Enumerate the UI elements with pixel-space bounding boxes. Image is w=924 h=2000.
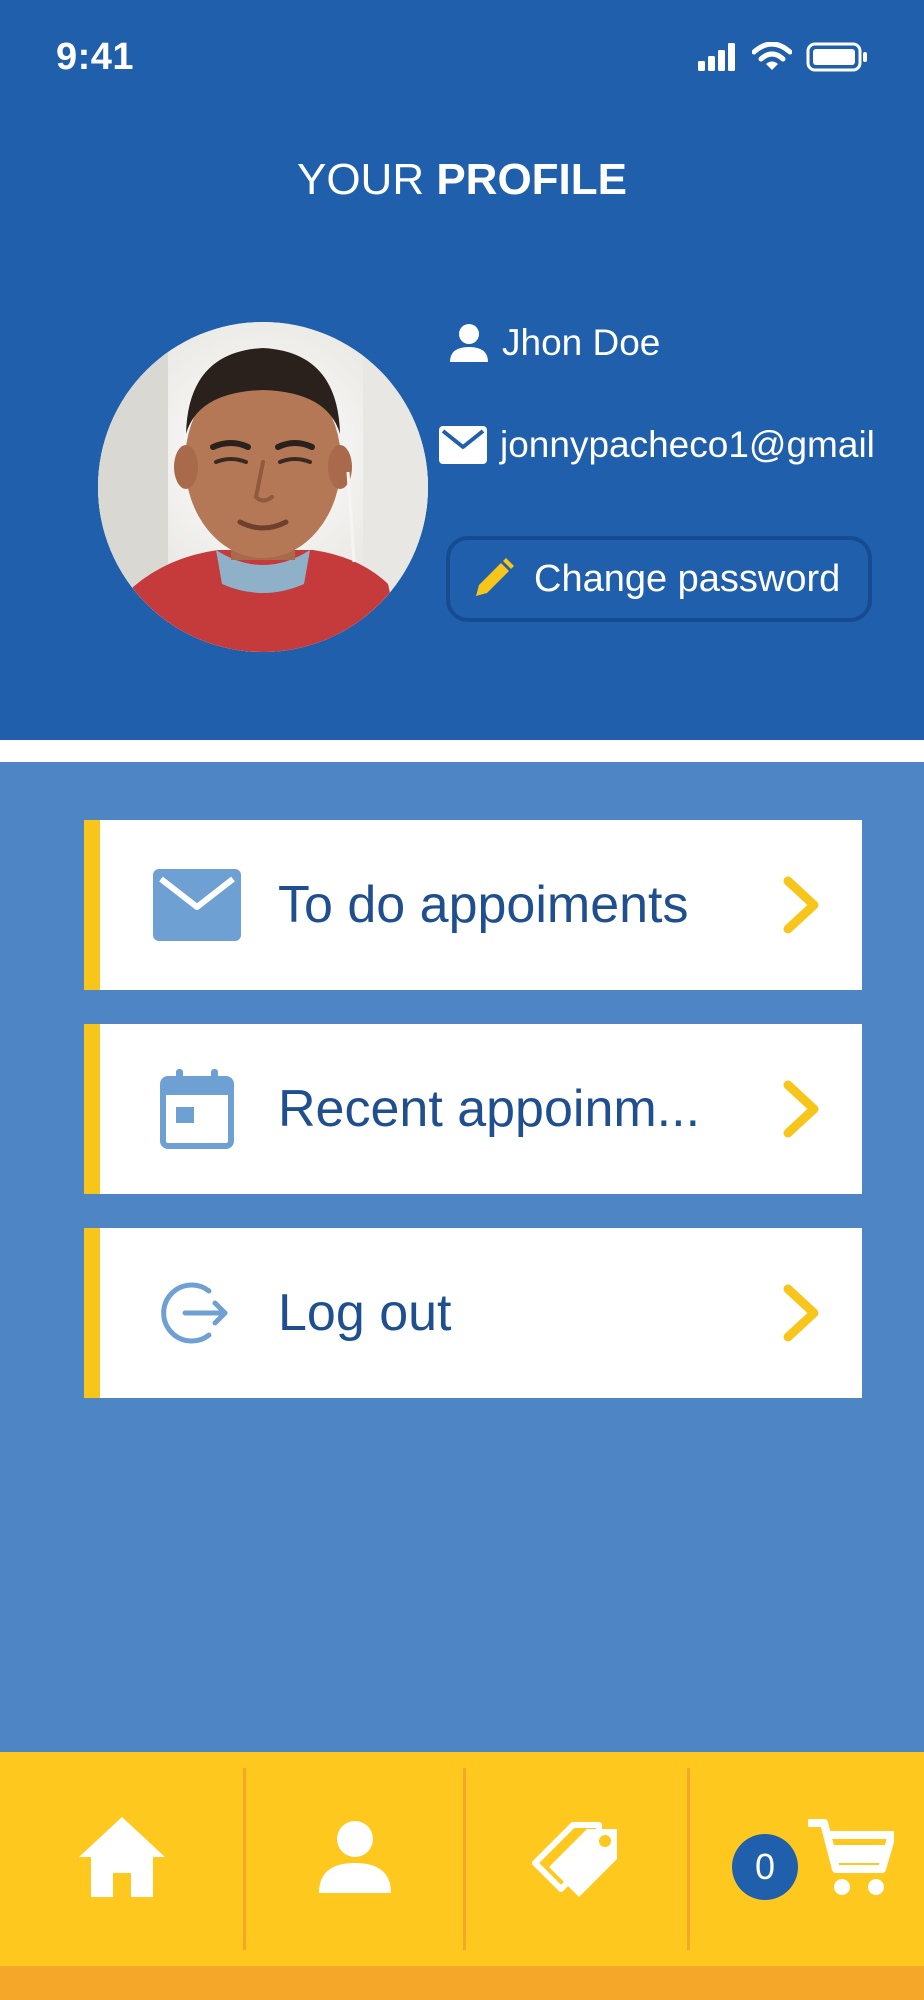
- mail-icon: [152, 860, 242, 950]
- home-icon: [77, 1815, 167, 1904]
- profile-name: Jhon Doe: [502, 322, 661, 363]
- divider: [0, 740, 924, 762]
- logout-icon: [152, 1268, 242, 1358]
- status-icons: [698, 41, 868, 77]
- menu-item-label: Log out: [278, 1284, 452, 1342]
- page-title: YOUR PROFILE: [0, 155, 924, 205]
- chevron-right-icon: [780, 1283, 824, 1343]
- tags-icon: [529, 1817, 625, 1902]
- calendar-icon: [152, 1064, 242, 1154]
- chevron-right-icon: [780, 875, 824, 935]
- page-title-bold: PROFILE: [436, 155, 628, 204]
- profile-email: jonnypacheco1@gmail: [500, 424, 875, 465]
- mail-icon: [438, 425, 488, 465]
- menu-item-label: Recent appoinm...: [278, 1080, 701, 1138]
- battery-icon: [806, 42, 868, 77]
- change-password-button[interactable]: Change password: [446, 536, 872, 622]
- bottom-nav-strip: [0, 1966, 924, 2000]
- avatar[interactable]: [98, 322, 428, 652]
- nav-profile-button[interactable]: [246, 1752, 463, 1966]
- profile-name-row: Jhon Doe: [448, 322, 660, 364]
- menu-item-label: To do appoiments: [278, 876, 689, 934]
- change-password-label: Change password: [534, 557, 841, 600]
- pencil-icon: [470, 556, 516, 602]
- nav-home-button[interactable]: [0, 1752, 243, 1966]
- user-icon: [448, 322, 490, 364]
- cart-icon: [806, 1817, 896, 1902]
- nav-offers-button[interactable]: [466, 1752, 687, 1966]
- nav-cart-button[interactable]: [690, 1752, 924, 1966]
- menu-item-recent-appointments[interactable]: Recent appoinm...: [84, 1024, 862, 1194]
- chevron-right-icon: [780, 1079, 824, 1139]
- status-bar: 9:41: [0, 0, 924, 120]
- cart-count-badge: 0: [732, 1834, 798, 1900]
- wifi-icon: [751, 41, 793, 77]
- page-title-regular: YOUR: [296, 155, 437, 204]
- signal-icon: [698, 43, 738, 76]
- user-icon: [317, 1819, 393, 1900]
- menu-item-logout[interactable]: Log out: [84, 1228, 862, 1398]
- status-time: 9:41: [56, 36, 135, 78]
- menu-item-todo-appointments[interactable]: To do appoiments: [84, 820, 862, 990]
- profile-email-row: jonnypacheco1@gmail: [438, 424, 875, 466]
